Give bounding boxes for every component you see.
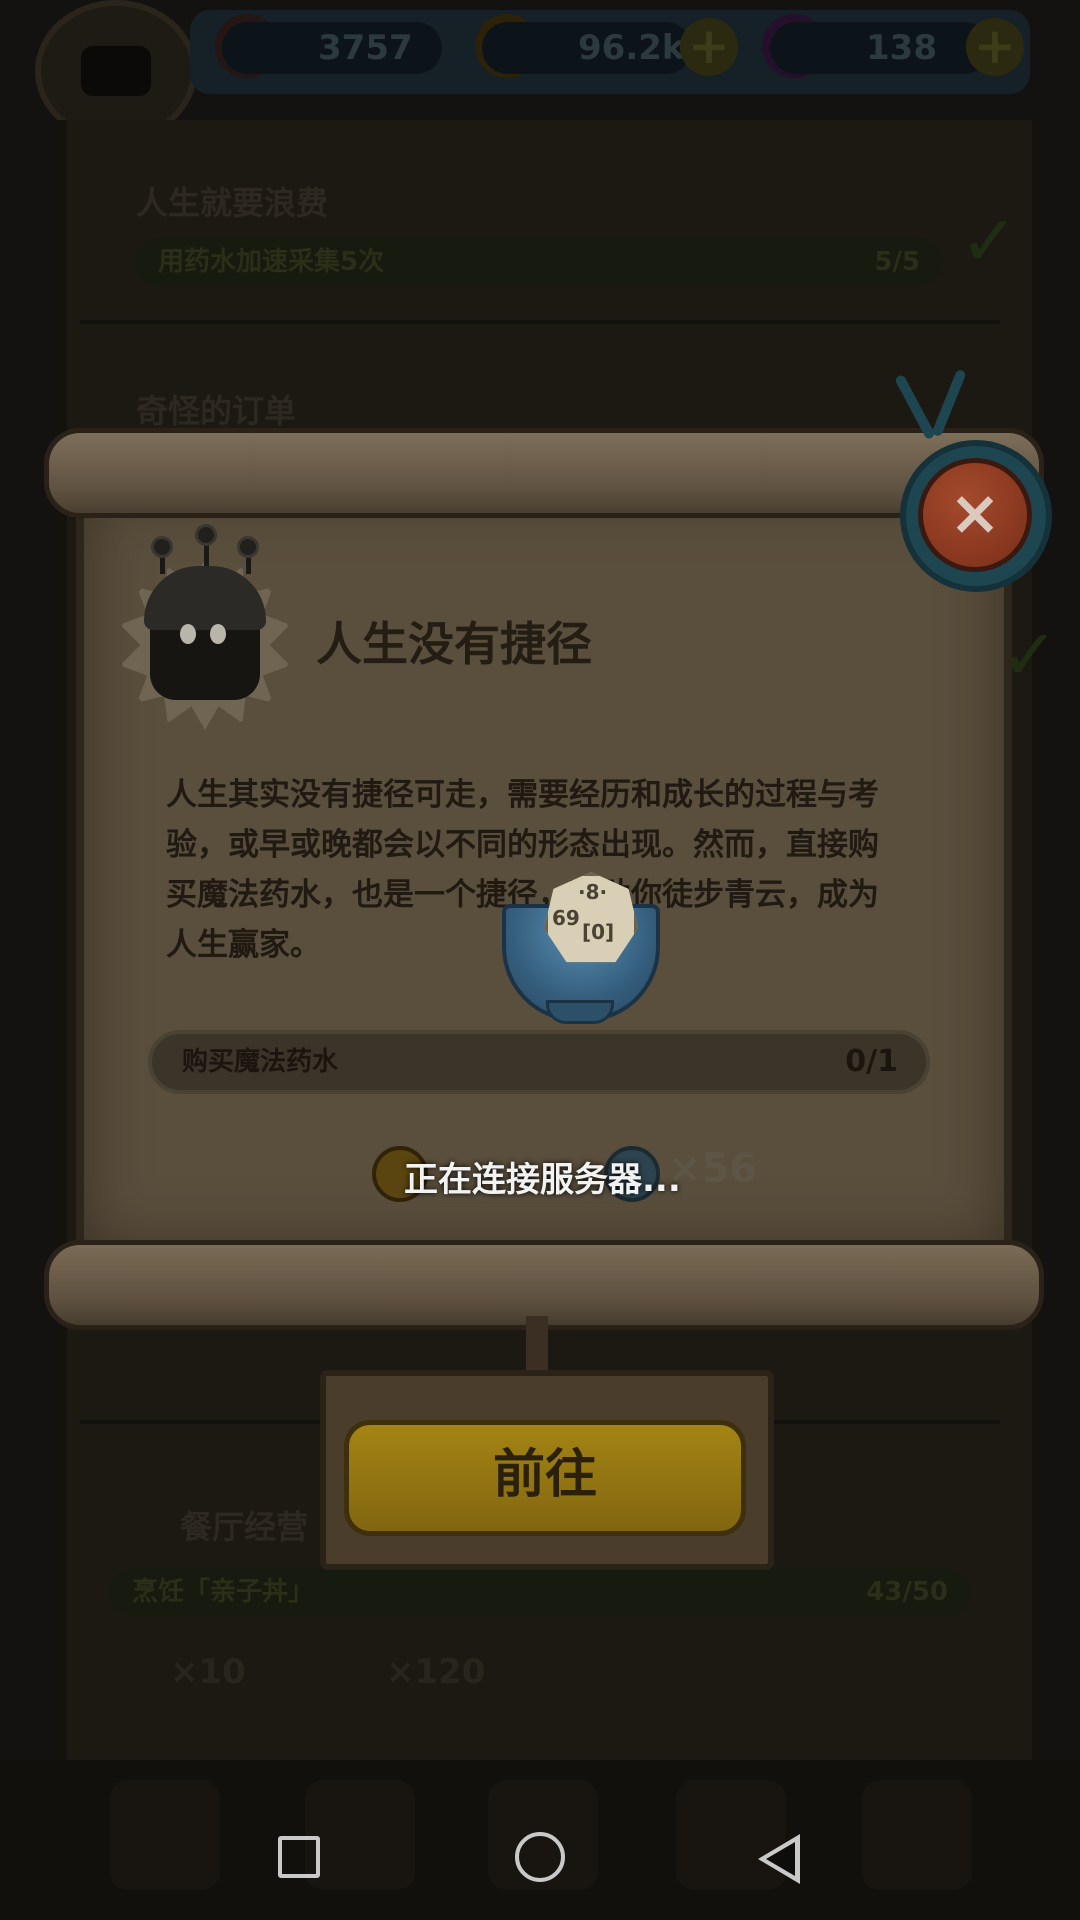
- requirement-progress-bar: 购买魔法药水 0/1: [148, 1030, 930, 1094]
- character-eye: [180, 624, 196, 644]
- loading-message: 正在连接服务器...: [404, 1160, 681, 1200]
- requirement-count: 0/1: [845, 1044, 898, 1079]
- home-button[interactable]: [515, 1832, 565, 1882]
- requirement-label: 购买魔法药水: [182, 1047, 339, 1077]
- scroll-rod-top: [44, 428, 1044, 518]
- character-eye: [210, 624, 226, 644]
- sign-post: [526, 1316, 548, 1376]
- close-icon: ×: [949, 476, 1001, 549]
- antenna-ball: [151, 536, 173, 558]
- antenna-ball: [237, 536, 259, 558]
- back-icon: [766, 1842, 795, 1876]
- gem-reward-count: ×56: [668, 1146, 758, 1192]
- close-button[interactable]: ×: [918, 458, 1032, 572]
- recent-apps-button[interactable]: [278, 1836, 320, 1878]
- antenna-ball: [195, 524, 217, 546]
- dialog-title: 人生没有捷径: [316, 617, 592, 671]
- go-button[interactable]: 前往: [344, 1420, 746, 1536]
- dice-bowl-foot: [546, 1000, 614, 1024]
